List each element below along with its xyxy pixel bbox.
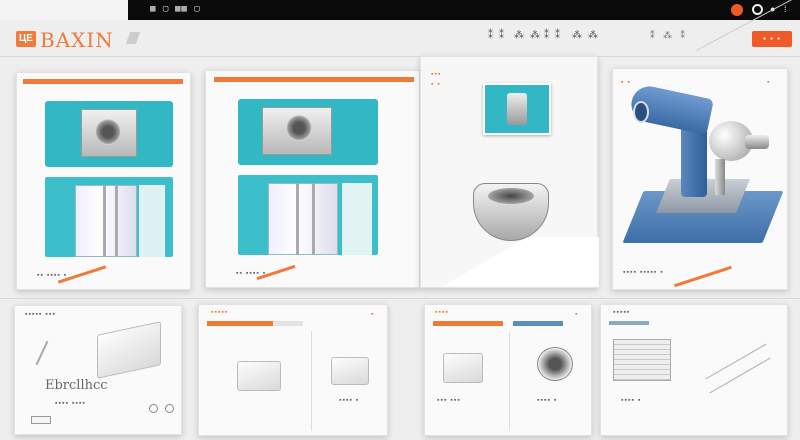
card-tag: ▪▪▪: [431, 71, 442, 78]
product-card-10[interactable]: ▪▪▪▪▪ ▪▪▪▪ ▪: [600, 304, 788, 436]
product-rod: [296, 183, 299, 255]
card-accent-tail: [273, 321, 303, 326]
cable-icon: [35, 340, 49, 366]
circle-icon[interactable]: [165, 404, 174, 413]
card-tag: ▪: [767, 79, 771, 86]
product-image-base: [238, 175, 378, 255]
product-card-5[interactable]: ▪▪▪▪▪ ▪▪▪ Ebrcllhcc ▪▪▪▪ ▪▪▪▪: [14, 305, 182, 435]
connector-core: [507, 93, 527, 125]
product-card-2[interactable]: ▪▪ ▪▪▪▪ ▪: [205, 70, 420, 288]
card-caption: ▪▪▪ ▪▪▪: [437, 397, 461, 404]
logo-decoration: [125, 32, 141, 44]
top-left-tab[interactable]: [0, 0, 128, 20]
nav-item-1[interactable]: ⁑ ⁑: [488, 30, 504, 41]
paper-fold: [421, 237, 599, 287]
card-heading: ▪▪▪▪: [435, 309, 449, 316]
card-caption: ▪▪ ▪▪▪▪ ▪: [236, 270, 267, 277]
product-sub: ▪▪▪▪ ▪▪▪▪: [55, 400, 86, 407]
card-tag: ▪: [575, 311, 579, 318]
card-accent: [23, 79, 183, 84]
sketch-line: [705, 343, 767, 380]
card-accent-blue: [513, 321, 563, 326]
logo-icon[interactable]: ЦE: [16, 31, 36, 47]
card-caption: ▪▪▪▪ ▪▪▪▪▪ ▪: [623, 269, 664, 276]
nav-right-links[interactable]: ⁑ ⁂ ⁑: [650, 30, 688, 41]
header-cta-button[interactable]: ▪ ▪ ▪: [752, 31, 792, 47]
product-window: [75, 185, 137, 257]
card-accent: [207, 321, 273, 326]
card-accent: [433, 321, 503, 326]
lens-hole: [95, 119, 121, 145]
card-accent: [214, 77, 414, 82]
product-thumbnail: [443, 353, 483, 383]
product-rod: [103, 185, 106, 257]
product-label: Ebrcllhcc: [45, 378, 108, 393]
fitting-opening: [488, 188, 534, 204]
product-thumbnail: [613, 339, 671, 381]
card-caption: ▪▪▪▪ ▪: [339, 397, 360, 404]
nav-item-3[interactable]: ⁑ ⁑: [544, 30, 560, 41]
product-panel: [139, 185, 165, 257]
top-glyphs-mid[interactable]: ▦▦ ▢: [175, 4, 201, 14]
machine-knob: [633, 101, 649, 123]
more-button[interactable]: [31, 416, 51, 424]
card-caption: ▪▪ ▪▪▪▪ ▪: [37, 272, 68, 279]
product-image-top: [238, 99, 378, 165]
product-thumbnail: [97, 321, 161, 379]
product-card-3[interactable]: ▪▪▪ ▪ ▪: [420, 56, 599, 288]
product-card-1[interactable]: ▪▪ ▪▪▪▪ ▪: [16, 72, 191, 290]
card-swoosh: [674, 265, 732, 288]
circle-icon[interactable]: [149, 404, 158, 413]
card-accent-blue: [609, 321, 649, 325]
product-rod: [312, 183, 315, 255]
card-split: [509, 331, 510, 431]
brand-logo-text[interactable]: BAXIN: [40, 28, 114, 52]
header-divider: [0, 56, 800, 57]
product-image-top: [45, 101, 173, 167]
product-image-base: [45, 177, 173, 257]
card-heading: ▪▪▪▪▪: [211, 309, 229, 316]
top-bar: ▦ ▢ ▦▦ ▢ ● ⁞: [0, 0, 800, 20]
nav-item-4[interactable]: ⁂ ⁂: [572, 30, 598, 41]
connector-thumbnail: [483, 83, 551, 135]
card-split: [311, 331, 312, 431]
card-tag: ▪ ▪: [621, 79, 631, 86]
nav-item-2[interactable]: ⁂ ⁂: [514, 30, 540, 41]
product-panel: [342, 183, 372, 255]
search-icon[interactable]: [752, 4, 763, 15]
card-caption: ▪▪▪▪ ▪: [621, 397, 642, 404]
product-thumbnail: [237, 361, 281, 391]
product-thumbnail-round: [537, 347, 573, 381]
product-card-6[interactable]: ▪▪▪▪▪ ▪ ▪▪▪▪ ▪: [198, 304, 388, 436]
metal-fitting: [473, 183, 549, 241]
product-rod: [115, 185, 118, 257]
card-tag: ▪ ▪: [431, 81, 441, 88]
product-window: [268, 183, 338, 255]
card-heading: ▪▪▪▪▪ ▪▪▪: [25, 311, 56, 318]
notification-icon[interactable]: [731, 4, 743, 16]
machine-nozzle: [745, 135, 769, 149]
card-heading: ▪▪▪▪▪: [613, 309, 631, 316]
card-tag: ▪: [371, 311, 375, 318]
lens-hole: [286, 115, 312, 141]
machine-rod: [715, 159, 725, 195]
product-card-4[interactable]: ▪ ▪ ▪ ▪▪▪▪ ▪▪▪▪▪ ▪: [612, 68, 788, 290]
card-caption: ▪▪▪▪ ▪: [537, 397, 558, 404]
sketch-line: [709, 357, 771, 394]
menu-icon[interactable]: ⁞: [784, 4, 787, 14]
product-thumbnail: [331, 357, 369, 385]
product-card-8[interactable]: ▪▪▪▪ ▪ ▪▪▪ ▪▪▪ ▪▪▪▪ ▪: [424, 304, 592, 436]
row-divider: [0, 298, 800, 299]
top-glyphs-left[interactable]: ▦ ▢: [150, 4, 169, 14]
